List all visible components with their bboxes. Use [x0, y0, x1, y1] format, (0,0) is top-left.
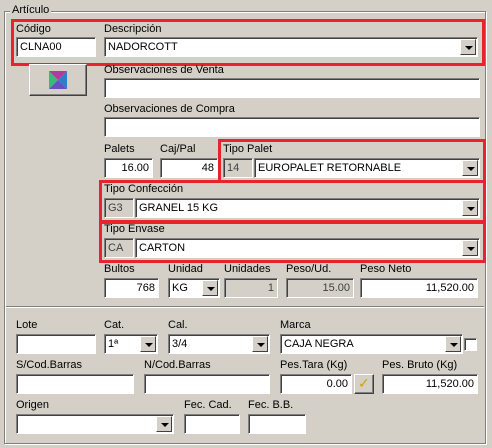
- section-divider: [6, 306, 484, 308]
- bultos-label: Bultos: [104, 263, 135, 275]
- cal-dropdown-button[interactable]: [252, 336, 268, 352]
- bultos-input[interactable]: 768: [104, 278, 159, 298]
- pes-tara-input[interactable]: 0.00: [280, 374, 352, 394]
- unidades-input: 1: [224, 278, 278, 298]
- n-cod-barras-label: N/Cod.Barras: [144, 359, 211, 371]
- s-cod-barras-label: S/Cod.Barras: [16, 359, 83, 371]
- highlight-codigo-descripcion: [11, 19, 485, 66]
- unidad-dropdown-button[interactable]: [202, 280, 218, 296]
- checkmark-icon: ✓: [358, 376, 370, 392]
- obs-compra-input[interactable]: [104, 117, 480, 137]
- highlight-tipo-envase: [99, 221, 486, 263]
- cal-value: 3/4: [172, 338, 188, 350]
- caj-pal-label: Caj/Pal: [160, 143, 196, 155]
- bowtie-image-icon: [49, 71, 67, 89]
- s-cod-barras-input[interactable]: [16, 374, 134, 394]
- peso-ud-label: Peso/Ud.: [286, 263, 332, 275]
- peso-neto-input[interactable]: 11,520.00: [360, 278, 478, 298]
- cat-select[interactable]: 1ª: [104, 334, 158, 354]
- unidad-select[interactable]: KG: [168, 278, 220, 298]
- group-title: Artículo: [10, 4, 52, 17]
- marca-dropdown-button[interactable]: [445, 336, 461, 352]
- fec-bb-label: Fec. B.B.: [248, 399, 294, 411]
- obs-venta-label: Observaciones de Venta: [104, 64, 224, 76]
- unidades-label: Unidades: [224, 263, 271, 275]
- fec-cad-input[interactable]: [184, 414, 240, 434]
- lote-input[interactable]: [16, 334, 96, 354]
- pes-tara-label: Pes.Tara (Kg): [280, 359, 348, 371]
- obs-venta-input[interactable]: [104, 78, 480, 98]
- marca-checkbox[interactable]: [464, 338, 477, 351]
- origen-select[interactable]: [16, 414, 174, 434]
- pes-bruto-input[interactable]: 11,520.00: [382, 374, 478, 394]
- cal-label: Cal.: [168, 319, 188, 331]
- peso-neto-label: Peso Neto: [360, 263, 412, 275]
- highlight-tipo-palet: [218, 139, 486, 183]
- marca-label: Marca: [280, 319, 311, 331]
- palets-label: Palets: [104, 143, 135, 155]
- fec-bb-input[interactable]: [248, 414, 306, 434]
- origen-dropdown-button[interactable]: [156, 416, 172, 432]
- cat-value: 1ª: [108, 338, 119, 350]
- lote-label: Lote: [16, 319, 38, 331]
- cal-select[interactable]: 3/4: [168, 334, 270, 354]
- caj-pal-input[interactable]: 48: [160, 158, 218, 178]
- fec-cad-label: Fec. Cad.: [184, 399, 232, 411]
- peso-ud-input: 15.00: [286, 278, 354, 298]
- palets-input[interactable]: 16.00: [104, 158, 153, 178]
- n-cod-barras-input[interactable]: [144, 374, 270, 394]
- tara-check-button[interactable]: ✓: [354, 374, 374, 394]
- marca-value: CAJA NEGRA: [284, 338, 354, 350]
- cat-label: Cat.: [104, 319, 125, 331]
- unidad-value: KG: [172, 282, 188, 294]
- obs-compra-label: Observaciones de Compra: [104, 103, 235, 115]
- origen-label: Origen: [16, 399, 50, 411]
- article-image-button[interactable]: [29, 64, 87, 96]
- unidad-label: Unidad: [168, 263, 203, 275]
- pes-bruto-label: Pes. Bruto (Kg): [382, 359, 458, 371]
- marca-select[interactable]: CAJA NEGRA: [280, 334, 463, 354]
- cat-dropdown-button[interactable]: [140, 336, 156, 352]
- highlight-tipo-confeccion: [99, 180, 486, 223]
